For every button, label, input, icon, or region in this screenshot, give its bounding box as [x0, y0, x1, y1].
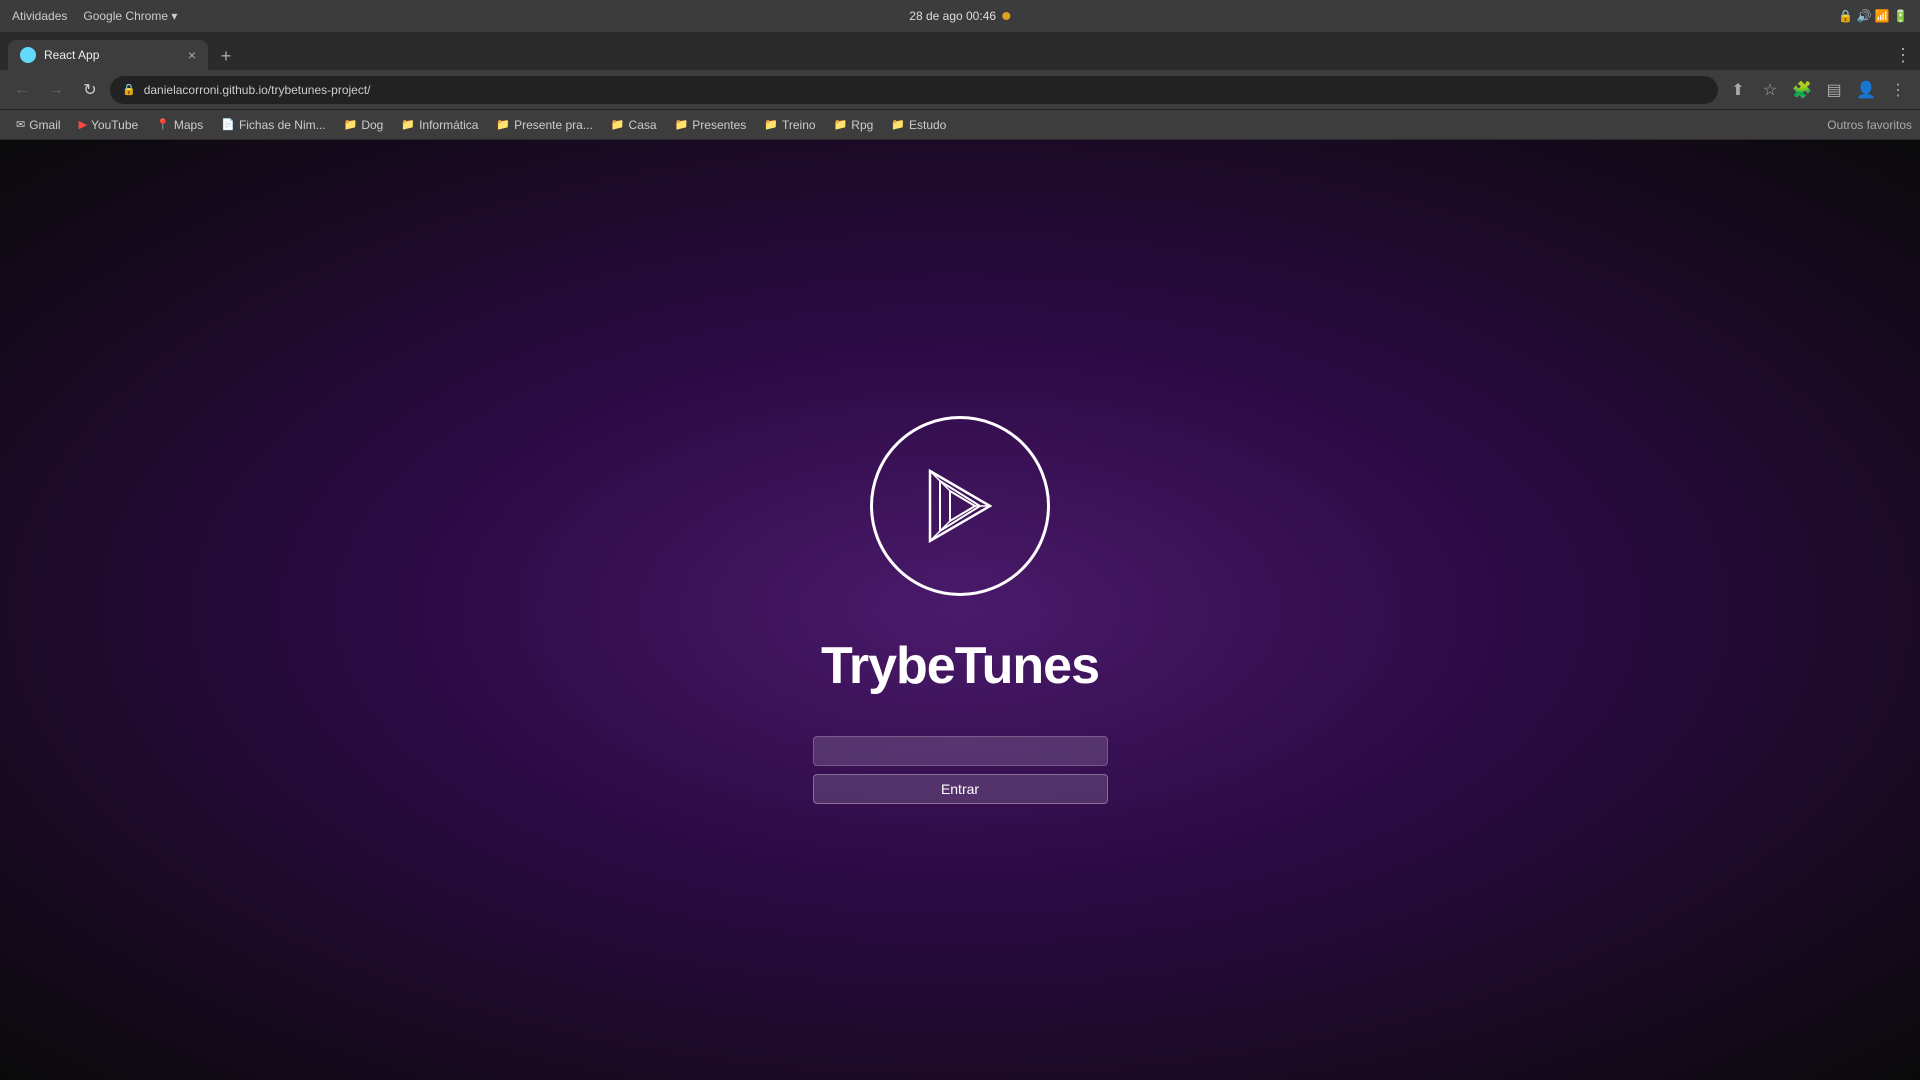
bookmark-gmail[interactable]: ✉ Gmail: [8, 115, 69, 135]
rpg-folder-icon: 📁: [834, 118, 848, 131]
presentes-folder-icon: 📁: [675, 118, 689, 131]
bookmark-maps-label: Maps: [174, 118, 203, 132]
os-titlebar-center: 28 de ago 00:46: [909, 9, 1010, 23]
bookmark-fichas-label: Fichas de Nim...: [239, 118, 326, 132]
bookmark-estudo-label: Estudo: [909, 118, 946, 132]
estudo-folder-icon: 📁: [891, 118, 905, 131]
bookmark-presentes-label: Presentes: [692, 118, 746, 132]
bookmark-youtube[interactable]: ▶ YouTube: [71, 115, 147, 135]
bookmark-rpg-label: Rpg: [851, 118, 873, 132]
profile-button[interactable]: 👤: [1852, 76, 1880, 104]
presente-folder-icon: 📁: [496, 118, 510, 131]
gmail-icon: ✉: [16, 118, 25, 131]
os-titlebar-left: Atividades Google Chrome ▾: [12, 9, 177, 23]
tab-close-button[interactable]: ×: [188, 48, 196, 62]
informatica-folder-icon: 📁: [401, 118, 415, 131]
chrome-menu-button[interactable]: ⋮: [1884, 76, 1912, 104]
bookmark-youtube-label: YouTube: [91, 118, 138, 132]
app-logo: [870, 416, 1050, 596]
bookmark-maps[interactable]: 📍 Maps: [148, 115, 211, 135]
address-bar[interactable]: 🔒 danielacorroni.github.io/trybetunes-pr…: [110, 76, 1718, 104]
share-button[interactable]: ⬆: [1724, 76, 1752, 104]
os-datetime: 28 de ago 00:46: [909, 9, 996, 23]
login-button[interactable]: Entrar: [813, 774, 1108, 804]
bookmark-dog[interactable]: 📁 Dog: [336, 115, 392, 135]
login-form: Entrar: [813, 736, 1108, 804]
forward-button[interactable]: →: [42, 76, 70, 104]
treino-folder-icon: 📁: [764, 118, 778, 131]
bookmark-estudo[interactable]: 📁 Estudo: [883, 115, 954, 135]
logo-svg: [910, 456, 1010, 556]
tab-favicon: [20, 47, 36, 63]
bookmark-casa[interactable]: 📁 Casa: [603, 115, 665, 135]
os-titlebar-right: 🔒 🔊 📶 🔋: [1838, 9, 1908, 23]
bookmark-presente[interactable]: 📁 Presente pra...: [488, 115, 600, 135]
address-url: danielacorroni.github.io/trybetunes-proj…: [144, 83, 371, 97]
bookmark-dog-label: Dog: [361, 118, 383, 132]
bookmark-casa-label: Casa: [629, 118, 657, 132]
bookmark-treino-label: Treino: [782, 118, 816, 132]
login-input[interactable]: [813, 736, 1108, 766]
chrome-toolbar-actions: ⬆ ☆ 🧩 ▤ 👤 ⋮: [1724, 76, 1912, 104]
tab-bar-end: ⋮: [1894, 45, 1912, 70]
dog-folder-icon: 📁: [344, 118, 358, 131]
maps-icon: 📍: [156, 118, 170, 131]
bookmark-informatica-label: Informática: [419, 118, 478, 132]
chrome-tab-bar: React App × + ⋮: [0, 32, 1920, 70]
reload-button[interactable]: ↻: [76, 76, 104, 104]
os-app-label[interactable]: Google Chrome ▾: [83, 9, 177, 23]
os-dot: [1003, 12, 1011, 20]
os-titlebar: Atividades Google Chrome ▾ 28 de ago 00:…: [0, 0, 1920, 32]
bookmark-rpg[interactable]: 📁 Rpg: [826, 115, 882, 135]
bookmark-informatica[interactable]: 📁 Informática: [393, 115, 486, 135]
back-button[interactable]: ←: [8, 76, 36, 104]
extensions-button[interactable]: 🧩: [1788, 76, 1816, 104]
bookmark-presente-label: Presente pra...: [514, 118, 593, 132]
fichas-icon: 📄: [221, 118, 235, 131]
youtube-icon: ▶: [79, 118, 87, 131]
chrome-toolbar: ← → ↻ 🔒 danielacorroni.github.io/trybetu…: [0, 70, 1920, 110]
bookmark-button[interactable]: ☆: [1756, 76, 1784, 104]
new-tab-button[interactable]: +: [212, 42, 240, 70]
casa-folder-icon: 📁: [611, 118, 625, 131]
systray-icons: 🔒 🔊 📶 🔋: [1838, 9, 1908, 23]
outros-favoritos-label[interactable]: Outros favoritos: [1827, 118, 1912, 132]
bookmark-presentes[interactable]: 📁 Presentes: [667, 115, 755, 135]
app-title: TrybeTunes: [821, 636, 1099, 696]
chrome-tab-active[interactable]: React App ×: [8, 40, 208, 70]
bookmarks-bar: ✉ Gmail ▶ YouTube 📍 Maps 📄 Fichas de Nim…: [0, 110, 1920, 140]
bookmark-fichas[interactable]: 📄 Fichas de Nim...: [213, 115, 333, 135]
webpage-content: TrybeTunes Entrar: [0, 140, 1920, 1080]
bookmark-treino[interactable]: 📁 Treino: [756, 115, 823, 135]
address-lock-icon: 🔒: [122, 83, 136, 96]
os-activities-label[interactable]: Atividades: [12, 9, 67, 23]
sidebar-button[interactable]: ▤: [1820, 76, 1848, 104]
tab-label: React App: [44, 48, 99, 62]
bookmark-gmail-label: Gmail: [29, 118, 60, 132]
